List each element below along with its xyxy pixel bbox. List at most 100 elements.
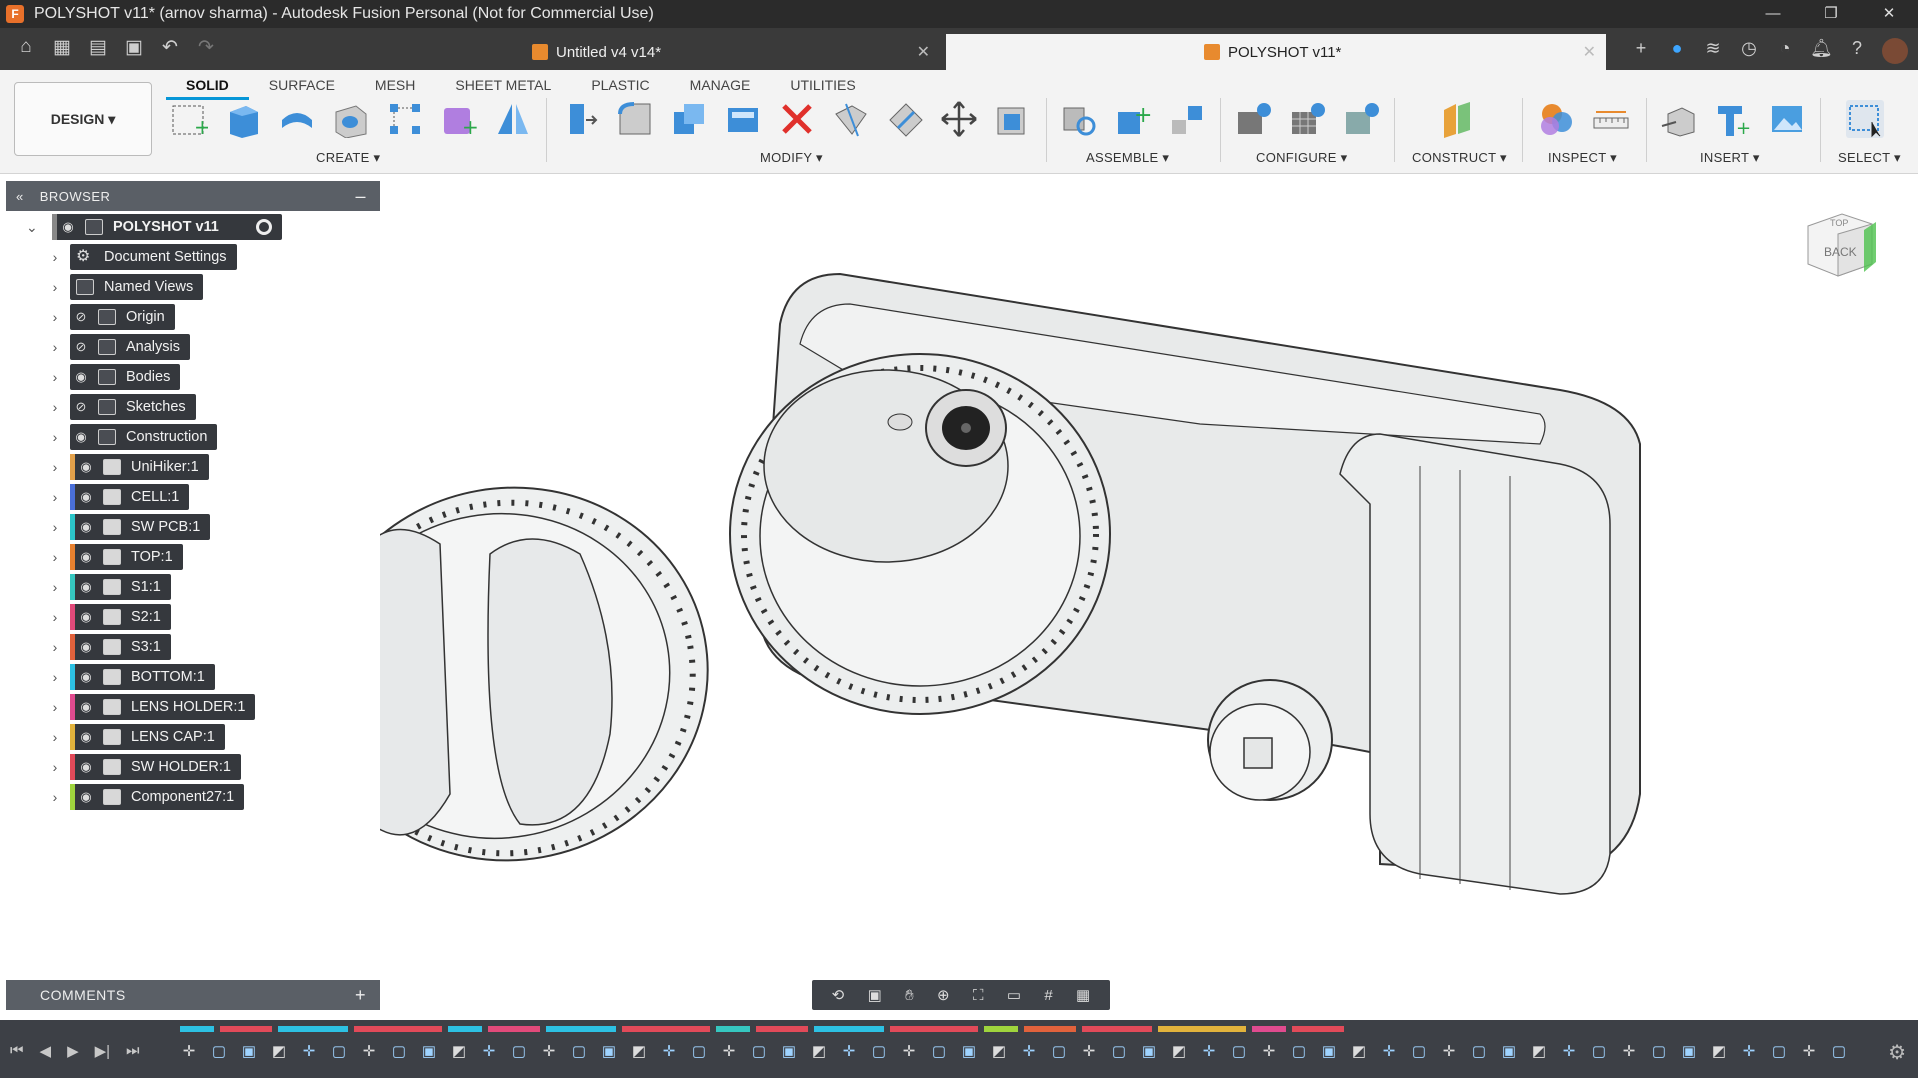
tree-item-pill[interactable]: ◉ S1:1 bbox=[70, 574, 171, 600]
timeline-feature-icon[interactable]: ✛ bbox=[1020, 1042, 1038, 1060]
home-icon[interactable]: ⌂ bbox=[14, 36, 38, 59]
eye-icon[interactable]: ◉ bbox=[75, 759, 97, 775]
insert-derive-icon[interactable] bbox=[1660, 100, 1698, 138]
tree-item-pill[interactable]: ◉ Construction bbox=[70, 424, 218, 450]
as-built-joint-icon[interactable] bbox=[1168, 100, 1206, 138]
timeline-feature-icon[interactable]: ▢ bbox=[570, 1042, 588, 1060]
tree-item[interactable]: › Named Views bbox=[6, 274, 306, 300]
timeline-feature-icon[interactable]: ▣ bbox=[600, 1042, 618, 1060]
move-icon[interactable] bbox=[940, 100, 978, 138]
tree-item-pill[interactable]: ⊘ Origin bbox=[70, 304, 175, 330]
tree-item[interactable]: › ◉ LENS CAP:1 bbox=[6, 724, 306, 750]
timeline-feature-icon[interactable]: ▢ bbox=[870, 1042, 888, 1060]
chevron-right-icon[interactable]: › bbox=[48, 489, 62, 505]
maximize-button[interactable]: ❐ bbox=[1802, 0, 1860, 28]
mirror-icon[interactable] bbox=[494, 100, 532, 138]
chevron-right-icon[interactable]: › bbox=[48, 249, 62, 265]
tree-item-pill[interactable]: ◉ S2:1 bbox=[70, 604, 171, 630]
eye-icon[interactable]: ◉ bbox=[57, 219, 79, 235]
joint-icon[interactable] bbox=[1060, 100, 1098, 138]
tree-item[interactable]: › ◉ Construction bbox=[6, 424, 306, 450]
split-face-icon[interactable] bbox=[886, 100, 924, 138]
inspect-group-label[interactable]: INSPECT ▾ bbox=[1548, 150, 1617, 166]
eye-icon[interactable]: ◉ bbox=[75, 489, 97, 505]
comments-panel[interactable]: COMMENTS + bbox=[6, 980, 380, 1010]
timeline-feature-icon[interactable]: ▣ bbox=[1680, 1042, 1698, 1060]
configure-group-label[interactable]: CONFIGURE ▾ bbox=[1256, 150, 1347, 166]
orbit-icon[interactable]: ⟲ bbox=[832, 986, 845, 1004]
create-group-label[interactable]: CREATE ▾ bbox=[316, 150, 380, 166]
tree-item-pill[interactable]: ◉ TOP:1 bbox=[70, 544, 183, 570]
tree-item[interactable]: › ◉ S2:1 bbox=[6, 604, 306, 630]
help-icon[interactable]: ? bbox=[1846, 38, 1868, 64]
eye-icon[interactable]: ◉ bbox=[75, 639, 97, 655]
insert-mcmaster-icon[interactable]: + bbox=[1714, 100, 1752, 139]
extrude-icon[interactable] bbox=[224, 100, 262, 138]
eye-icon[interactable]: ◉ bbox=[75, 669, 97, 685]
tree-item[interactable]: › ⊘ Sketches bbox=[6, 394, 306, 420]
tree-item[interactable]: › ◉ LENS HOLDER:1 bbox=[6, 694, 306, 720]
combine-icon[interactable] bbox=[670, 100, 708, 138]
timeline-feature-icon[interactable]: ▣ bbox=[240, 1042, 258, 1060]
timeline-feature-icon[interactable]: ✛ bbox=[480, 1042, 498, 1060]
tab-untitled[interactable]: Untitled v4 v14* ✕ bbox=[520, 34, 940, 70]
tree-item-pill[interactable]: ⚙ Document Settings bbox=[70, 244, 237, 270]
eye-icon[interactable]: ◉ bbox=[75, 519, 97, 535]
timeline-feature-icon[interactable]: ▣ bbox=[960, 1042, 978, 1060]
timeline-feature-icon[interactable]: ✛ bbox=[360, 1042, 378, 1060]
timeline-feature-icon[interactable]: ▣ bbox=[780, 1042, 798, 1060]
eye-icon[interactable]: ◉ bbox=[75, 579, 97, 595]
notifications-icon[interactable]: 🔔︎ bbox=[1810, 38, 1833, 64]
go-to-end-icon[interactable]: ⏭ bbox=[126, 1042, 140, 1060]
timeline-feature-icon[interactable]: ▣ bbox=[420, 1042, 438, 1060]
chevron-right-icon[interactable]: › bbox=[48, 669, 62, 685]
avatar[interactable] bbox=[1882, 38, 1908, 64]
chevron-right-icon[interactable]: › bbox=[48, 399, 62, 415]
undo-icon[interactable]: ↶ bbox=[158, 36, 182, 59]
job-status-icon[interactable]: ≋ bbox=[1702, 38, 1724, 64]
timeline-feature-icon[interactable]: ▢ bbox=[390, 1042, 408, 1060]
timeline-feature-icon[interactable]: ▢ bbox=[510, 1042, 528, 1060]
timeline-feature-icon[interactable]: ▢ bbox=[930, 1042, 948, 1060]
tree-item[interactable]: › ⊘ Analysis bbox=[6, 334, 306, 360]
redo-icon[interactable]: ↷ bbox=[194, 36, 218, 59]
timeline-feature-icon[interactable]: ✛ bbox=[1200, 1042, 1218, 1060]
close-button[interactable]: ✕ bbox=[1860, 0, 1918, 28]
timeline-feature-icon[interactable]: ◩ bbox=[1530, 1042, 1548, 1060]
modify-group-label[interactable]: MODIFY ▾ bbox=[760, 150, 823, 166]
tree-item[interactable]: › ◉ S3:1 bbox=[6, 634, 306, 660]
new-component-icon[interactable]: + bbox=[1114, 100, 1152, 138]
tab-mesh[interactable]: MESH bbox=[355, 73, 435, 100]
tree-item-pill[interactable]: ◉ S3:1 bbox=[70, 634, 171, 660]
timeline-feature-icon[interactable]: ▢ bbox=[1050, 1042, 1068, 1060]
collapse-browser-icon[interactable]: « bbox=[16, 189, 24, 204]
timeline-feature-icon[interactable]: ▣ bbox=[1140, 1042, 1158, 1060]
delete-icon[interactable] bbox=[778, 100, 816, 138]
timeline-feature-icon[interactable]: ▢ bbox=[1290, 1042, 1308, 1060]
tree-item[interactable]: › ◉ SW PCB:1 bbox=[6, 514, 306, 540]
timeline-feature-icon[interactable]: ▢ bbox=[1770, 1042, 1788, 1060]
timeline-feature-icon[interactable]: ▢ bbox=[1650, 1042, 1668, 1060]
minimize-button[interactable]: — bbox=[1744, 0, 1802, 28]
timeline-feature-icon[interactable]: ◩ bbox=[990, 1042, 1008, 1060]
look-at-icon[interactable]: ▣ bbox=[868, 986, 882, 1004]
knob-part[interactable] bbox=[380, 456, 737, 891]
chevron-right-icon[interactable]: › bbox=[48, 729, 62, 745]
eye-icon[interactable]: ◉ bbox=[75, 459, 97, 475]
tree-item[interactable]: › ◉ Bodies bbox=[6, 364, 306, 390]
shell-icon[interactable] bbox=[724, 100, 762, 138]
view-cube[interactable]: BACK TOP X bbox=[1802, 206, 1876, 292]
timeline-feature-icon[interactable]: ▢ bbox=[750, 1042, 768, 1060]
timeline-feature-icon[interactable]: ▢ bbox=[210, 1042, 228, 1060]
chevron-right-icon[interactable]: › bbox=[48, 459, 62, 475]
timeline-feature-icon[interactable]: ✛ bbox=[540, 1042, 558, 1060]
new-component-icon[interactable]: + bbox=[440, 100, 479, 139]
theme-icon[interactable] bbox=[1342, 100, 1380, 138]
tree-item-pill[interactable]: ◉ SW HOLDER:1 bbox=[70, 754, 241, 780]
timeline-feature-icon[interactable]: ▢ bbox=[1470, 1042, 1488, 1060]
eye-icon[interactable]: ◉ bbox=[75, 789, 97, 805]
insert-group-label[interactable]: INSERT ▾ bbox=[1700, 150, 1760, 166]
grid-icon[interactable]: # bbox=[1044, 987, 1052, 1004]
tree-item[interactable]: › ◉ Component27:1 bbox=[6, 784, 306, 810]
eye-icon[interactable]: ◉ bbox=[75, 549, 97, 565]
